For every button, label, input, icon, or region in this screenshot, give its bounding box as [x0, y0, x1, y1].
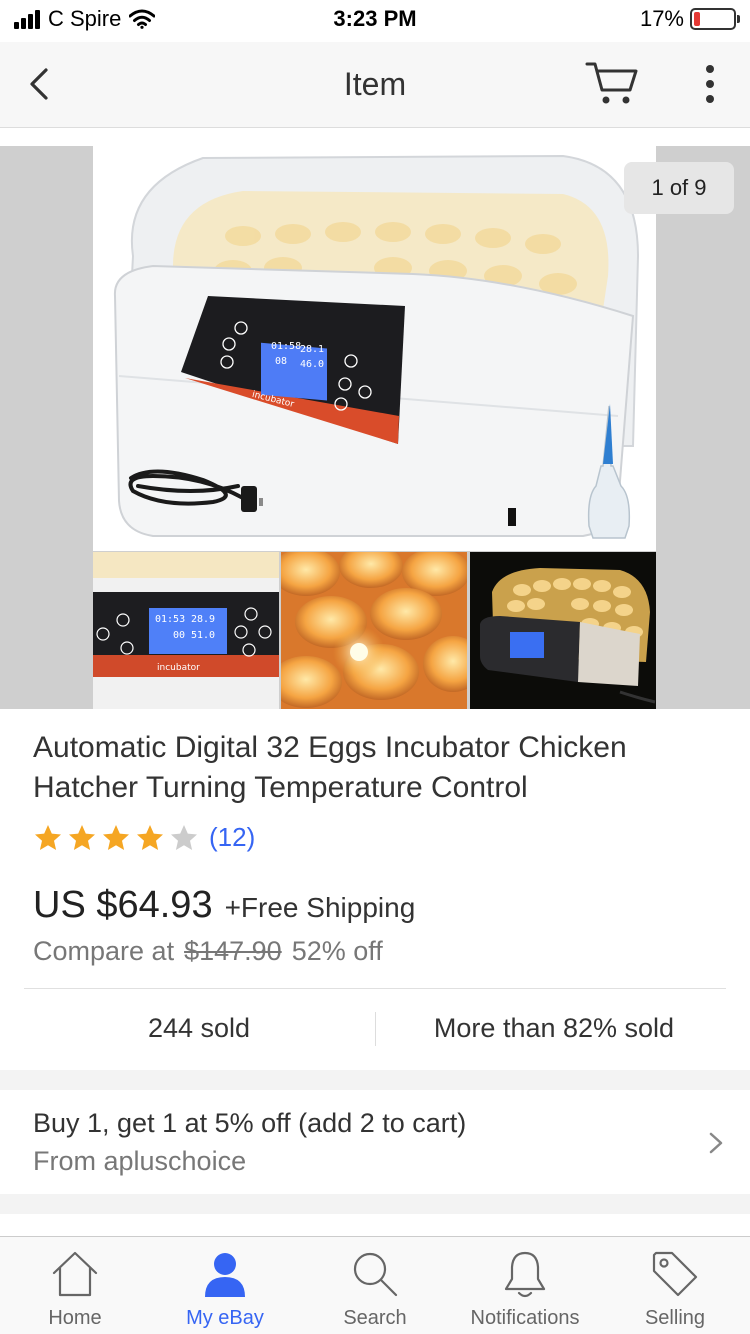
tab-label: Home	[48, 1307, 102, 1329]
compare-price: $147.90	[184, 936, 282, 966]
thumb-display-time: 01:53	[155, 614, 185, 625]
tab-selling[interactable]: Selling	[600, 1237, 750, 1334]
tab-label: Notifications	[470, 1307, 580, 1329]
rating-count-link[interactable]: (12)	[209, 822, 255, 853]
compare-row: Compare at $147.90 52% off	[33, 936, 383, 967]
price-row: US $64.93 +Free Shipping	[33, 884, 415, 927]
divider	[24, 988, 726, 989]
thumb-display-day: 00	[173, 630, 185, 641]
compare-label: Compare at	[33, 936, 175, 966]
cart-icon[interactable]	[584, 58, 640, 110]
thumb-display-humidity: 51.0	[191, 630, 215, 641]
product-title: Automatic Digital 32 Eggs Incubator Chic…	[33, 731, 627, 804]
star-filled-icon	[69, 824, 95, 850]
status-bar: C Spire 3:23 PM 17%	[0, 0, 750, 42]
status-time: 3:23 PM	[333, 6, 417, 31]
tag-icon	[652, 1251, 698, 1297]
thumb-display-temp: 28.9	[191, 614, 215, 625]
main-display-temp: 28.1	[300, 344, 324, 355]
tab-label: Selling	[644, 1307, 706, 1329]
star-rating[interactable]: (12)	[33, 822, 255, 853]
section-gap	[0, 1070, 750, 1090]
star-filled-icon	[35, 824, 61, 850]
star-filled-icon	[103, 824, 129, 850]
thumbnail-1[interactable]: 01:53 28.9 00 51.0 incubator	[93, 552, 279, 709]
search-icon	[353, 1252, 398, 1297]
shipping-info: +Free Shipping	[224, 892, 416, 923]
promo-seller-text: From apluschoice	[33, 1146, 247, 1176]
section-gap	[0, 1194, 750, 1214]
thumb-brand-label: incubator	[157, 663, 200, 673]
status-right: 17%	[639, 6, 740, 32]
image-gallery[interactable]: 01:58 28.1 08 46.0 incubator 1 of 9 01:5…	[0, 146, 750, 709]
image-counter-badge: 1 of 9	[624, 162, 734, 214]
discount-badge: 52% off	[291, 936, 383, 966]
bottom-tab-bar: Home My eBay Search Notifications Sellin…	[0, 1236, 750, 1334]
nav-bar: Item	[0, 42, 750, 128]
thumbnail-1-image: 01:53 28.9 00 51.0 incubator	[93, 552, 279, 709]
main-display-time: 01:58	[271, 341, 301, 352]
more-vertical-icon[interactable]	[692, 62, 728, 106]
incubator-illustration: 01:58 28.1 08 46.0 incubator	[113, 154, 640, 539]
bell-icon	[504, 1251, 546, 1298]
next-section-edge	[0, 1214, 750, 1236]
thumbnail-3[interactable]	[470, 552, 656, 709]
main-display-humidity: 46.0	[300, 359, 324, 370]
main-display-day: 08	[275, 356, 287, 367]
battery-level	[694, 12, 701, 26]
battery-percent: 17%	[639, 6, 684, 31]
chevron-right-icon	[709, 1132, 723, 1154]
tab-home[interactable]: Home	[0, 1237, 150, 1334]
star-filled-icon	[137, 824, 163, 850]
home-icon	[52, 1251, 98, 1297]
tab-search[interactable]: Search	[300, 1237, 450, 1334]
star-empty-icon	[171, 824, 197, 850]
promo-offer-row[interactable]: Buy 1, get 1 at 5% off (add 2 to cart) F…	[0, 1090, 750, 1194]
price: US $64.93	[33, 884, 213, 926]
person-icon	[205, 1253, 245, 1297]
main-product-photo[interactable]: 01:58 28.1 08 46.0 incubator	[93, 146, 656, 551]
battery-icon	[690, 8, 740, 30]
tab-notifications[interactable]: Notifications	[450, 1237, 600, 1334]
thumbnail-2[interactable]	[281, 552, 467, 709]
stars-container	[33, 823, 199, 853]
promo-offer-text: Buy 1, get 1 at 5% off (add 2 to cart)	[33, 1108, 467, 1138]
tab-my-ebay[interactable]: My eBay	[150, 1237, 300, 1334]
thumbnail-3-image	[470, 552, 656, 709]
thumbnail-2-image	[281, 552, 467, 709]
sold-count: 244 sold	[147, 1013, 251, 1043]
sold-percent: More than 82% sold	[433, 1013, 675, 1043]
tab-label: My eBay	[186, 1307, 264, 1329]
tab-label: Search	[343, 1307, 407, 1329]
